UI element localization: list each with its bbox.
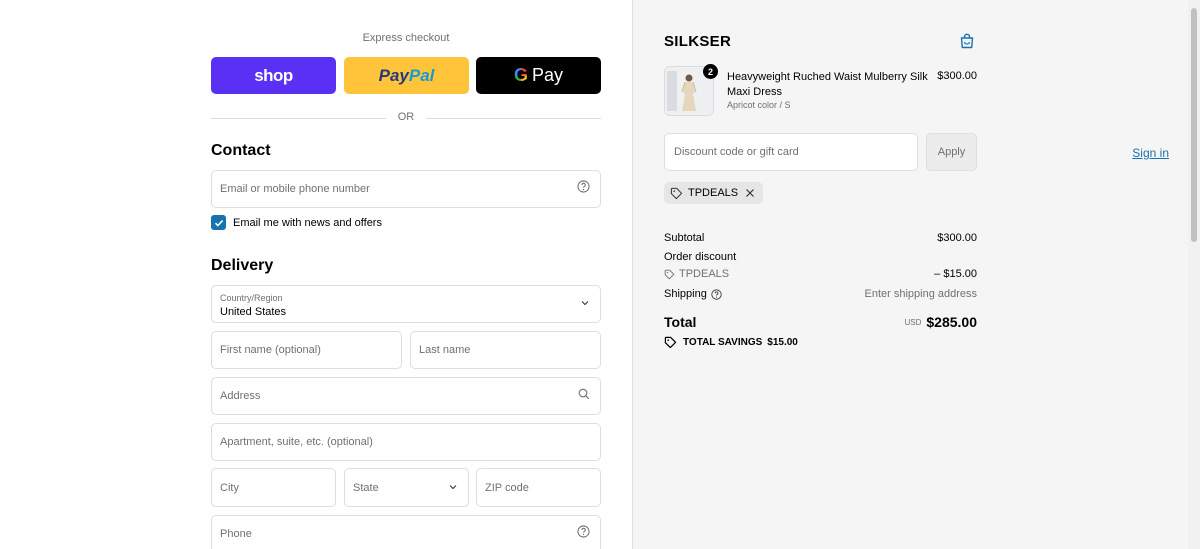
tag-icon <box>664 269 675 279</box>
paypal-label-part2: Pal <box>408 65 435 85</box>
apply-discount-button[interactable]: Apply <box>926 133 977 171</box>
discount-placeholder: Discount code or gift card <box>674 146 799 158</box>
google-pay-label: Pay <box>531 65 564 85</box>
total-label: Total <box>664 314 697 330</box>
first-name-field[interactable]: First name (optional) <box>211 331 402 369</box>
express-checkout-label: Express checkout <box>362 32 450 44</box>
email-field[interactable]: Email or mobile phone number <box>211 170 601 208</box>
paypal-label-part1: Pay <box>378 65 409 85</box>
help-icon[interactable] <box>577 180 590 198</box>
apartment-field[interactable]: Apartment, suite, etc. (optional) <box>211 423 601 461</box>
store-brand: SILKSER <box>664 33 732 50</box>
tag-icon <box>670 187 683 199</box>
or-divider: OR <box>211 110 601 126</box>
applied-discount-chip: TPDEALS <box>664 182 764 204</box>
last-name-placeholder: Last name <box>419 344 471 356</box>
phone-placeholder: Phone <box>220 528 252 540</box>
quantity-badge: 2 <box>703 64 718 79</box>
subtotal-row: Subtotal $300.00 <box>664 232 977 244</box>
state-select[interactable]: State <box>344 468 469 507</box>
search-icon <box>578 387 590 405</box>
discount-value: – $15.00 <box>934 268 977 280</box>
currency-code: USD <box>904 318 922 327</box>
zip-field[interactable]: ZIP code <box>476 468 601 507</box>
state-placeholder: State <box>353 481 379 494</box>
last-name-field[interactable]: Last name <box>410 331 601 369</box>
savings-value: $15.00 <box>767 337 798 348</box>
order-discount-label: Order discount <box>664 251 737 263</box>
subtotal-label: Subtotal <box>664 232 705 244</box>
shipping-label: Shipping <box>664 288 707 300</box>
scrollbar-thumb[interactable] <box>1191 8 1197 242</box>
newsletter-label: Email me with news and offers <box>233 216 382 229</box>
city-field[interactable]: City <box>211 468 336 507</box>
shop-pay-label: shop <box>254 65 293 85</box>
discount-code-label: TPDEALS <box>679 268 730 280</box>
shopping-bag-icon[interactable] <box>958 32 976 55</box>
discount-code-input[interactable]: Discount code or gift card <box>664 133 918 171</box>
chevron-down-icon <box>448 479 458 497</box>
delivery-heading: Delivery <box>211 257 274 274</box>
help-icon[interactable] <box>577 525 590 543</box>
google-pay-button[interactable]: G Pay <box>476 57 601 94</box>
help-icon[interactable] <box>711 288 722 300</box>
newsletter-checkbox[interactable] <box>211 215 226 230</box>
checkmark-icon <box>214 219 223 227</box>
first-name-placeholder: First name (optional) <box>220 344 321 356</box>
paypal-button[interactable]: Pay Pal <box>344 57 469 94</box>
phone-field[interactable]: Phone <box>211 515 601 549</box>
or-text: OR <box>397 111 415 123</box>
country-value: United States <box>220 306 287 318</box>
savings-label: TOTAL SAVINGS <box>683 337 763 348</box>
tag-icon <box>664 336 677 349</box>
contact-heading: Contact <box>211 142 271 159</box>
country-select[interactable]: Country/Region United States <box>211 285 601 323</box>
newsletter-option[interactable]: Email me with news and offers <box>211 215 382 230</box>
total-value: $285.00 <box>926 314 977 330</box>
remove-discount-icon[interactable] <box>745 188 755 198</box>
city-placeholder: City <box>220 481 239 494</box>
apartment-placeholder: Apartment, suite, etc. (optional) <box>220 436 373 448</box>
address-placeholder: Address <box>220 390 261 402</box>
applied-code-label: TPDEALS <box>688 187 739 199</box>
zip-placeholder: ZIP code <box>485 481 529 494</box>
country-label: Country/Region <box>220 293 283 303</box>
sign-in-link[interactable]: Sign in <box>1132 146 1169 160</box>
subtotal-value: $300.00 <box>937 232 977 244</box>
product-name: Heavyweight Ruched Waist Mulberry Silk M… <box>727 71 928 98</box>
google-g-icon: G <box>513 65 528 85</box>
product-variant: Apricot color / S <box>727 100 791 110</box>
total-savings: TOTAL SAVINGS $15.00 <box>664 336 798 349</box>
shipping-row: Shipping Enter shipping address <box>664 288 977 300</box>
address-field[interactable]: Address <box>211 377 601 415</box>
chevron-down-icon <box>580 295 590 313</box>
email-placeholder: Email or mobile phone number <box>220 183 370 195</box>
discount-code-row: TPDEALS – $15.00 <box>664 268 977 280</box>
page-scrollbar[interactable] <box>1188 0 1200 549</box>
shop-pay-button[interactable]: shop <box>211 57 336 94</box>
product-price: $300.00 <box>937 70 977 82</box>
shipping-value: Enter shipping address <box>864 288 977 300</box>
order-discount-row: Order discount <box>664 251 977 263</box>
total-row: Total USD $285.00 <box>664 314 977 330</box>
